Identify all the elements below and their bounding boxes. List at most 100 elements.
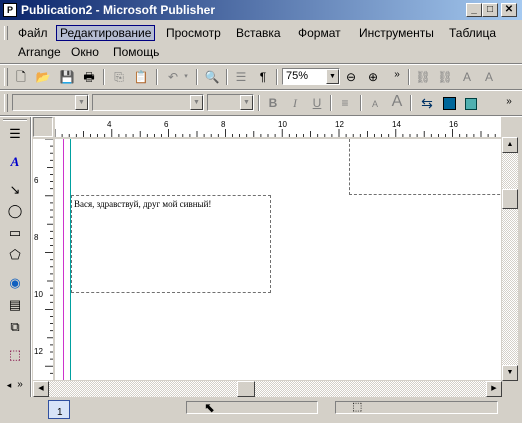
menu-table[interactable]: Таблица: [445, 25, 500, 41]
save-icon[interactable]: 💾: [58, 68, 76, 86]
menu-window[interactable]: Окно: [67, 44, 103, 60]
position-arrow-icon: ⬉: [204, 400, 215, 415]
vertical-scroll-thumb[interactable]: [502, 189, 518, 209]
grow-font-icon[interactable]: A: [388, 93, 406, 111]
align-icon[interactable]: ≡: [336, 94, 354, 112]
ruler-label: 12: [335, 120, 344, 129]
font-size-combo[interactable]: ▼: [207, 94, 254, 111]
publication-page[interactable]: Вася, здравствуй, друг мой сивный!: [55, 139, 501, 380]
link-icon[interactable]: ⛓: [414, 68, 432, 86]
font-combo[interactable]: ▼: [92, 94, 204, 111]
oval-tool-icon[interactable]: ◯: [4, 201, 26, 221]
size-icon: ⬚: [352, 401, 363, 413]
scroll-up-icon[interactable]: ▲: [502, 137, 518, 153]
unlink-icon[interactable]: ⛓: [436, 68, 454, 86]
chevron-down-icon[interactable]: ▼: [190, 95, 203, 110]
publisher-app-icon[interactable]: P: [3, 3, 17, 17]
ruler-label: 6: [34, 176, 39, 185]
minimize-button[interactable]: _: [466, 3, 482, 17]
line-tool-icon[interactable]: ↘: [4, 180, 26, 200]
ruler-label: 4: [107, 120, 112, 129]
paste-icon[interactable]: 📋: [132, 68, 150, 86]
custom-shape-icon[interactable]: ⬠: [4, 245, 26, 265]
form-control-icon[interactable]: ▤: [4, 295, 26, 315]
more-buttons-icon[interactable]: »: [388, 66, 406, 84]
menu-bar: Файл Редактирование Просмотр Вставка Фор…: [0, 22, 522, 64]
ruler-label: 10: [34, 290, 43, 299]
pilcrow-icon[interactable]: ¶: [254, 68, 272, 86]
margin-guide: [63, 139, 64, 380]
vertical-scrollbar[interactable]: ▲ ▼: [502, 137, 518, 381]
3d-icon[interactable]: [462, 94, 480, 112]
objects-toolbar: ☰ A ↘ ◯ ▭ ⬠ ◉ ▤ ⧉ ⬚ ◂ »: [0, 117, 30, 397]
copy-icon[interactable]: ⎘: [110, 68, 128, 86]
italic-button[interactable]: I: [286, 94, 304, 112]
toolbox-more-icon[interactable]: »: [14, 375, 26, 395]
undo-icon[interactable]: ↶: [164, 68, 182, 86]
text-frame[interactable]: [349, 139, 501, 195]
undo-dropdown-icon[interactable]: ▾: [182, 68, 190, 86]
design-gallery-icon[interactable]: ⬚: [4, 345, 26, 365]
horizontal-scroll-thumb[interactable]: [237, 381, 255, 397]
menu-view[interactable]: Просмотр: [162, 25, 225, 41]
menu-edit[interactable]: Редактирование: [56, 25, 156, 41]
web-tool-icon[interactable]: ◉: [4, 273, 26, 293]
insert-object-icon[interactable]: ⧉: [4, 317, 26, 337]
style-combo[interactable]: ▼: [12, 94, 89, 111]
title-bar: P Publication2 - Microsoft Publisher _ □…: [0, 0, 522, 20]
print-icon[interactable]: 🖶: [80, 68, 98, 86]
text-frame[interactable]: Вася, здравствуй, друг мой сивный!: [71, 195, 271, 293]
scroll-corner: [502, 381, 518, 397]
text-fit-icon[interactable]: A: [458, 68, 476, 86]
zoom-in-icon[interactable]: ⊕: [364, 68, 382, 86]
ruler-label: 8: [34, 233, 39, 242]
zoom-combo[interactable]: 75% ▼: [282, 68, 340, 85]
print-preview-icon[interactable]: 🔍: [203, 68, 221, 86]
formatting-toolbar: ▼ ▼ ▼ B I U ≡ A A ⇆ »: [0, 91, 522, 115]
menu-format[interactable]: Формат: [294, 25, 345, 41]
bold-button[interactable]: B: [264, 94, 282, 112]
horizontal-scrollbar[interactable]: ◀ ▶: [33, 381, 502, 397]
toolbox-left-arrow-icon[interactable]: ◂: [4, 375, 14, 395]
pointer-text-icon[interactable]: ☰: [4, 124, 26, 144]
open-icon[interactable]: 📂: [34, 68, 52, 86]
menu-insert[interactable]: Вставка: [232, 25, 285, 41]
menu-file[interactable]: Файл: [14, 25, 52, 41]
more-buttons-icon[interactable]: »: [500, 93, 518, 111]
text-frame-content[interactable]: Вася, здравствуй, друг мой сивный!: [74, 199, 211, 209]
status-bar: 1 ⬉ ⬚: [0, 398, 522, 423]
text-frame-icon[interactable]: A: [480, 68, 498, 86]
scroll-right-icon[interactable]: ▶: [486, 381, 502, 397]
ruler-label: 12: [34, 347, 43, 356]
ruler-corner[interactable]: [33, 117, 53, 137]
ruler-label: 8: [221, 120, 226, 129]
zoom-value: 75%: [286, 70, 309, 82]
shrink-font-icon[interactable]: A: [366, 95, 384, 113]
scroll-down-icon[interactable]: ▼: [502, 365, 518, 381]
chevron-down-icon[interactable]: ▼: [240, 95, 253, 110]
menu-arrange[interactable]: Arrange: [14, 44, 65, 60]
ruler-label: 16: [449, 120, 458, 129]
chevron-down-icon[interactable]: ▼: [326, 69, 339, 84]
text-frame-tool-icon[interactable]: A: [4, 152, 26, 172]
page-navigator[interactable]: 1: [48, 400, 70, 419]
maximize-button[interactable]: □: [482, 3, 498, 17]
window-title: Publication2 - Microsoft Publisher: [21, 3, 216, 17]
scroll-left-icon[interactable]: ◀: [33, 381, 49, 397]
standard-toolbar: 🗋 📂 💾 🖶 ⎘ 📋 ↶ ▾ 🔍 ☰ ¶ 75% ▼ ⊖ ⊕ » ⛓ ⛓ A …: [0, 65, 522, 89]
zoom-out-icon[interactable]: ⊖: [342, 68, 360, 86]
fill-color-icon[interactable]: [440, 94, 458, 112]
new-icon[interactable]: 🗋: [12, 68, 30, 86]
line-spacing-icon[interactable]: ⇆: [418, 94, 436, 112]
rectangle-tool-icon[interactable]: ▭: [4, 223, 26, 243]
ruler-label: 6: [164, 120, 169, 129]
ruler-label: 14: [392, 120, 401, 129]
close-button[interactable]: ✕: [501, 3, 517, 17]
menu-help[interactable]: Помощь: [109, 44, 163, 60]
ruler-label: 10: [278, 120, 287, 129]
menu-tools[interactable]: Инструменты: [355, 25, 438, 41]
columns-icon[interactable]: ☰: [232, 68, 250, 86]
underline-button[interactable]: U: [308, 94, 326, 112]
chevron-down-icon[interactable]: ▼: [75, 95, 88, 110]
page-number: 1: [57, 407, 63, 418]
